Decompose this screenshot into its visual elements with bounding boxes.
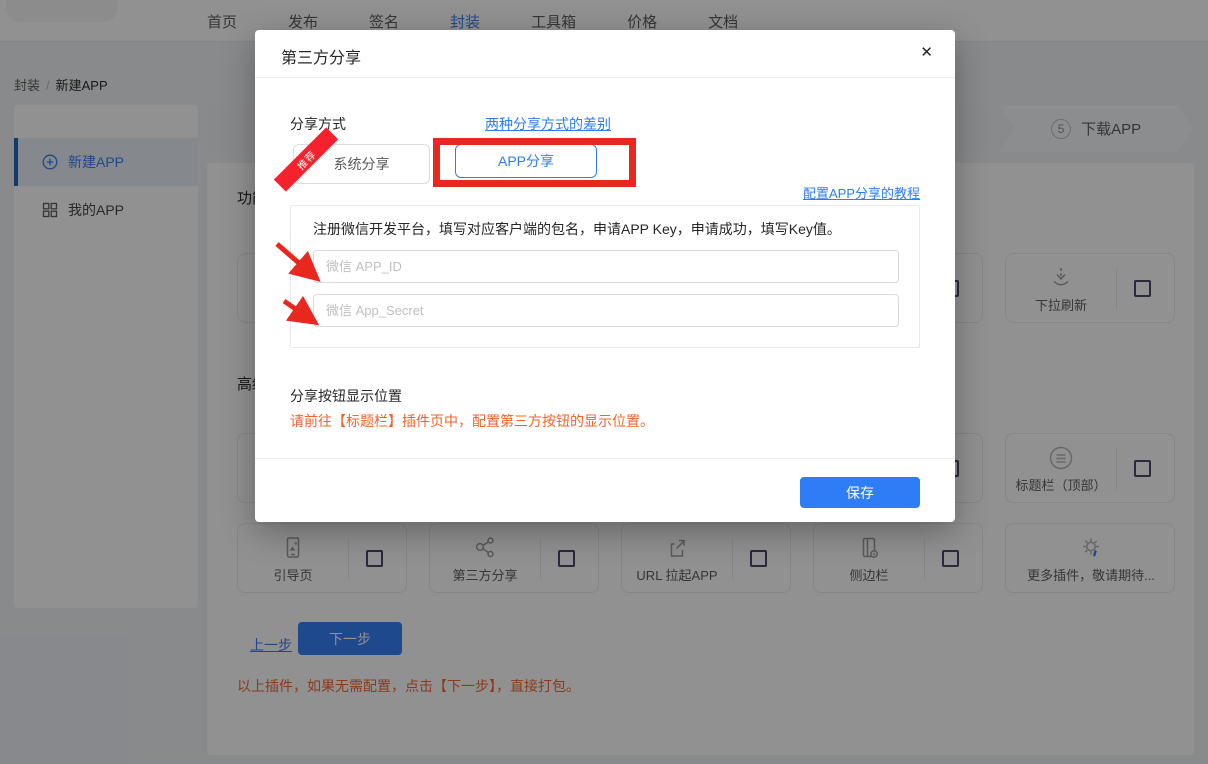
modal-title: 第三方分享 xyxy=(281,44,361,68)
share-method-diff-link[interactable]: 两种分享方式的差别 xyxy=(485,114,611,134)
modal-header: 第三方分享 ✕ xyxy=(255,30,955,78)
system-share-button[interactable]: 推荐 系统分享 xyxy=(293,144,430,184)
share-button-position-note: 请前往【标题栏】插件页中，配置第三方按钮的显示位置。 xyxy=(290,411,654,431)
third-party-share-modal: 第三方分享 ✕ 分享方式 两种分享方式的差别 推荐 系统分享 APP分享 配置A… xyxy=(255,30,955,522)
modal-footer-divider xyxy=(255,458,955,459)
app-screen: 首页 发布 签名 封装 工具箱 价格 文档 封装/新建APP 新建APP xyxy=(0,0,1208,764)
close-icon[interactable]: ✕ xyxy=(920,43,933,61)
share-method-label: 分享方式 xyxy=(290,114,346,134)
share-button-position-label: 分享按钮显示位置 xyxy=(290,386,402,406)
wechat-appid-input[interactable] xyxy=(313,250,899,283)
wechat-key-form: 注册微信开发平台，填写对应客户端的包名，申请APP Key，申请成功，填写Key… xyxy=(290,205,920,348)
save-button[interactable]: 保存 xyxy=(800,477,920,508)
annotation-highlight-box xyxy=(433,138,636,187)
form-instruction: 注册微信开发平台，填写对应客户端的包名，申请APP Key，申请成功，填写Key… xyxy=(313,219,841,239)
recommend-ribbon: 推荐 xyxy=(274,127,338,191)
wechat-secret-input[interactable] xyxy=(313,294,899,327)
app-share-tutorial-link[interactable]: 配置APP分享的教程 xyxy=(803,183,920,202)
